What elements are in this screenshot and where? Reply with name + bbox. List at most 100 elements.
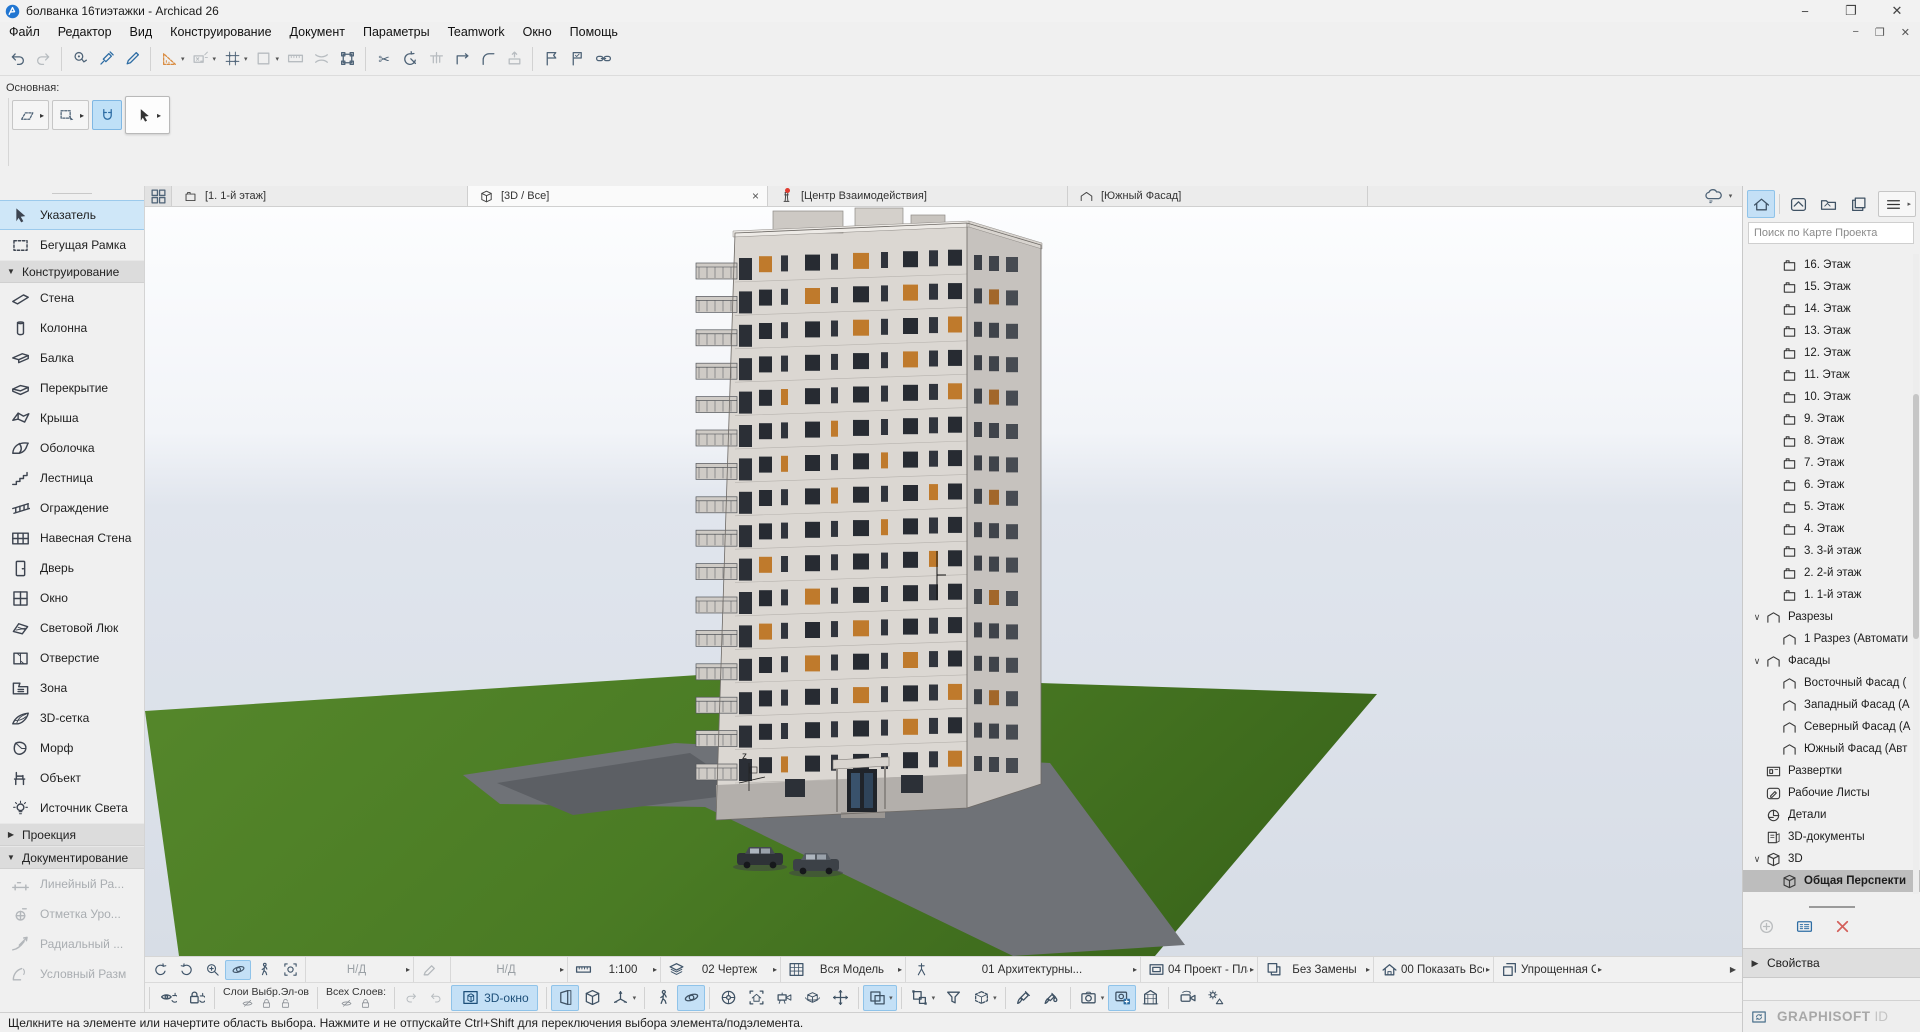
tree-item-12[interactable]: 5. Этаж — [1743, 496, 1920, 518]
toolbox-item-skylight[interactable]: Световой Люк — [0, 613, 144, 643]
history-forward-button[interactable] — [173, 960, 199, 980]
square-button[interactable]: ▾ — [251, 47, 283, 71]
child-restore-icon[interactable]: ❐ — [1875, 26, 1885, 39]
trim-button[interactable] — [423, 47, 449, 71]
menu-item-6[interactable]: Параметры — [354, 25, 439, 39]
pick-pen-button[interactable] — [119, 47, 145, 71]
transform-button[interactable] — [334, 47, 360, 71]
flyout-arrow-icon[interactable]: ▸ — [157, 111, 161, 120]
chevron-right-icon[interactable]: ▶ — [0, 830, 22, 839]
options-overflow-arrow[interactable]: ▶ — [1730, 965, 1742, 974]
expander-open-icon[interactable]: ∨ — [1751, 612, 1763, 623]
quick-option-nd-0[interactable]: Н/Д▸ — [305, 957, 413, 982]
expander-open-icon[interactable]: ∨ — [1751, 656, 1763, 667]
tree-item-23[interactable]: Южный Фасад (Авт — [1743, 738, 1920, 760]
unlock-icon[interactable] — [280, 998, 291, 1009]
dropdown-arrow-icon[interactable]: ▾ — [181, 55, 185, 63]
tree-item-10[interactable]: 7. Этаж — [1743, 452, 1920, 474]
home-fit-button[interactable] — [742, 985, 770, 1011]
toolbox-item-dim-radial[interactable]: Радиальный ... — [0, 929, 144, 959]
camera-button[interactable]: ▾ — [1075, 985, 1109, 1011]
project-map-button[interactable] — [1747, 190, 1775, 218]
flyout-arrow-icon[interactable]: ▸ — [898, 965, 902, 974]
brush-button[interactable] — [1010, 985, 1038, 1011]
lock-restore-button[interactable] — [182, 985, 210, 1011]
navigator-menu-button[interactable]: ▸ — [1878, 191, 1916, 217]
camera-snap-button[interactable] — [1108, 985, 1136, 1011]
tree-item-28[interactable]: ∨3D — [1743, 848, 1920, 870]
close-button[interactable]: ✕ — [1874, 0, 1920, 22]
refresh-window-icon[interactable] — [1749, 1007, 1769, 1027]
redo-button[interactable] — [30, 47, 56, 71]
plus-circle-button[interactable] — [1755, 915, 1777, 937]
flyout-arrow-icon[interactable]: ▸ — [80, 111, 84, 120]
tree-item-8[interactable]: 9. Этаж — [1743, 408, 1920, 430]
settings-box-button[interactable] — [1793, 915, 1815, 937]
tree-item-3[interactable]: 14. Этаж — [1743, 298, 1920, 320]
walk-button[interactable] — [649, 985, 677, 1011]
child-window-controls[interactable]: −❐✕ — [1852, 26, 1910, 39]
flyout-arrow-icon[interactable]: ▸ — [560, 965, 564, 974]
dropdown-arrow-icon[interactable]: ▾ — [276, 55, 280, 63]
dropdown-arrow-icon[interactable]: ▾ — [932, 994, 936, 1002]
filter-box-button[interactable] — [939, 985, 967, 1011]
flyout-arrow-icon[interactable]: ▸ — [1907, 200, 1911, 208]
toolbox-section-2[interactable]: ▼Конструирование — [0, 260, 144, 283]
tab-4[interactable]: [Южный Фасад] — [1068, 186, 1368, 206]
eye-off-icon[interactable] — [242, 998, 253, 1009]
tree-item-17[interactable]: ∨Разрезы — [1743, 606, 1920, 628]
toolbox-grip[interactable] — [0, 186, 144, 200]
properties-section[interactable]: ▶ Свойства — [1743, 948, 1920, 978]
zoom-in-button[interactable] — [199, 960, 225, 980]
redo-button[interactable] — [399, 987, 423, 1009]
tree-item-6[interactable]: 11. Этаж — [1743, 364, 1920, 386]
toolbox-item-column[interactable]: Колонна — [0, 313, 144, 343]
tree-item-7[interactable]: 10. Этаж — [1743, 386, 1920, 408]
toolbox-item-slab[interactable]: Перекрытие — [0, 373, 144, 403]
tree-item-2[interactable]: 15. Этаж — [1743, 276, 1920, 298]
menu-item-4[interactable]: Конструирование — [161, 25, 280, 39]
flyout-arrow-icon[interactable]: ▸ — [1486, 965, 1490, 974]
magnet-button[interactable] — [92, 100, 122, 130]
toolbox-item-cursor[interactable]: Указатель — [0, 200, 144, 230]
undo-button[interactable] — [423, 987, 447, 1009]
tree-item-1[interactable]: 16. Этаж — [1743, 254, 1920, 276]
coords-button[interactable]: ▾ — [188, 47, 220, 71]
3d-window-button[interactable]: 3D-окно — [451, 985, 538, 1011]
fillet-button[interactable] — [475, 47, 501, 71]
minimize-button[interactable]: − — [1782, 0, 1828, 22]
layout-book-button[interactable] — [1814, 190, 1842, 218]
ruler12-button[interactable] — [282, 47, 308, 71]
group-sel-button[interactable]: ▾ — [906, 985, 940, 1011]
close-x-button[interactable] — [1831, 915, 1853, 937]
undo-button[interactable] — [4, 47, 30, 71]
tree-item-26[interactable]: Детали — [1743, 804, 1920, 826]
flyout-arrow-icon[interactable]: ▸ — [1366, 965, 1370, 974]
navigator-footer-grip[interactable] — [1743, 902, 1920, 912]
scissors-button[interactable]: ✂ — [371, 47, 397, 71]
walk-button[interactable] — [251, 960, 277, 980]
chain-button[interactable] — [590, 47, 616, 71]
toolbox-item-shell[interactable]: Оболочка — [0, 433, 144, 463]
dropdown-arrow-icon[interactable]: ▾ — [1101, 994, 1105, 1002]
toolbox-item-marquee[interactable]: Бегущая Рамка — [0, 230, 144, 260]
toolbox-item-railing[interactable]: Ограждение — [0, 493, 144, 523]
tree-item-20[interactable]: Восточный Фасад ( — [1743, 672, 1920, 694]
flyout-arrow-icon[interactable]: ▸ — [1133, 965, 1137, 974]
quick-option-renovation[interactable]: 00 Показать Все Э...▸ — [1373, 957, 1493, 982]
tab-close-icon[interactable]: × — [752, 189, 759, 203]
flag-button[interactable] — [538, 47, 564, 71]
tree-item-29[interactable]: Общая Перспекти — [1743, 870, 1920, 892]
corner-button[interactable] — [449, 47, 475, 71]
tree-item-22[interactable]: Северный Фасад (А — [1743, 716, 1920, 738]
quick-option-scale-ruler[interactable]: 1:100▸ — [567, 957, 660, 982]
flyout-arrow-icon[interactable]: ▸ — [406, 965, 410, 974]
dropdown-arrow-icon[interactable]: ▾ — [244, 55, 248, 63]
dropdown-arrow-icon[interactable]: ▾ — [1729, 192, 1733, 200]
menu-item-5[interactable]: Документ — [281, 25, 354, 39]
quick-option-model-grid[interactable]: Вся Модель▸ — [780, 957, 905, 982]
orbit-button[interactable] — [225, 960, 251, 980]
orbit-button[interactable] — [677, 985, 705, 1011]
toolbox-section-21[interactable]: ▶Проекция — [0, 823, 144, 846]
tree-item-21[interactable]: Западный Фасад (А — [1743, 694, 1920, 716]
